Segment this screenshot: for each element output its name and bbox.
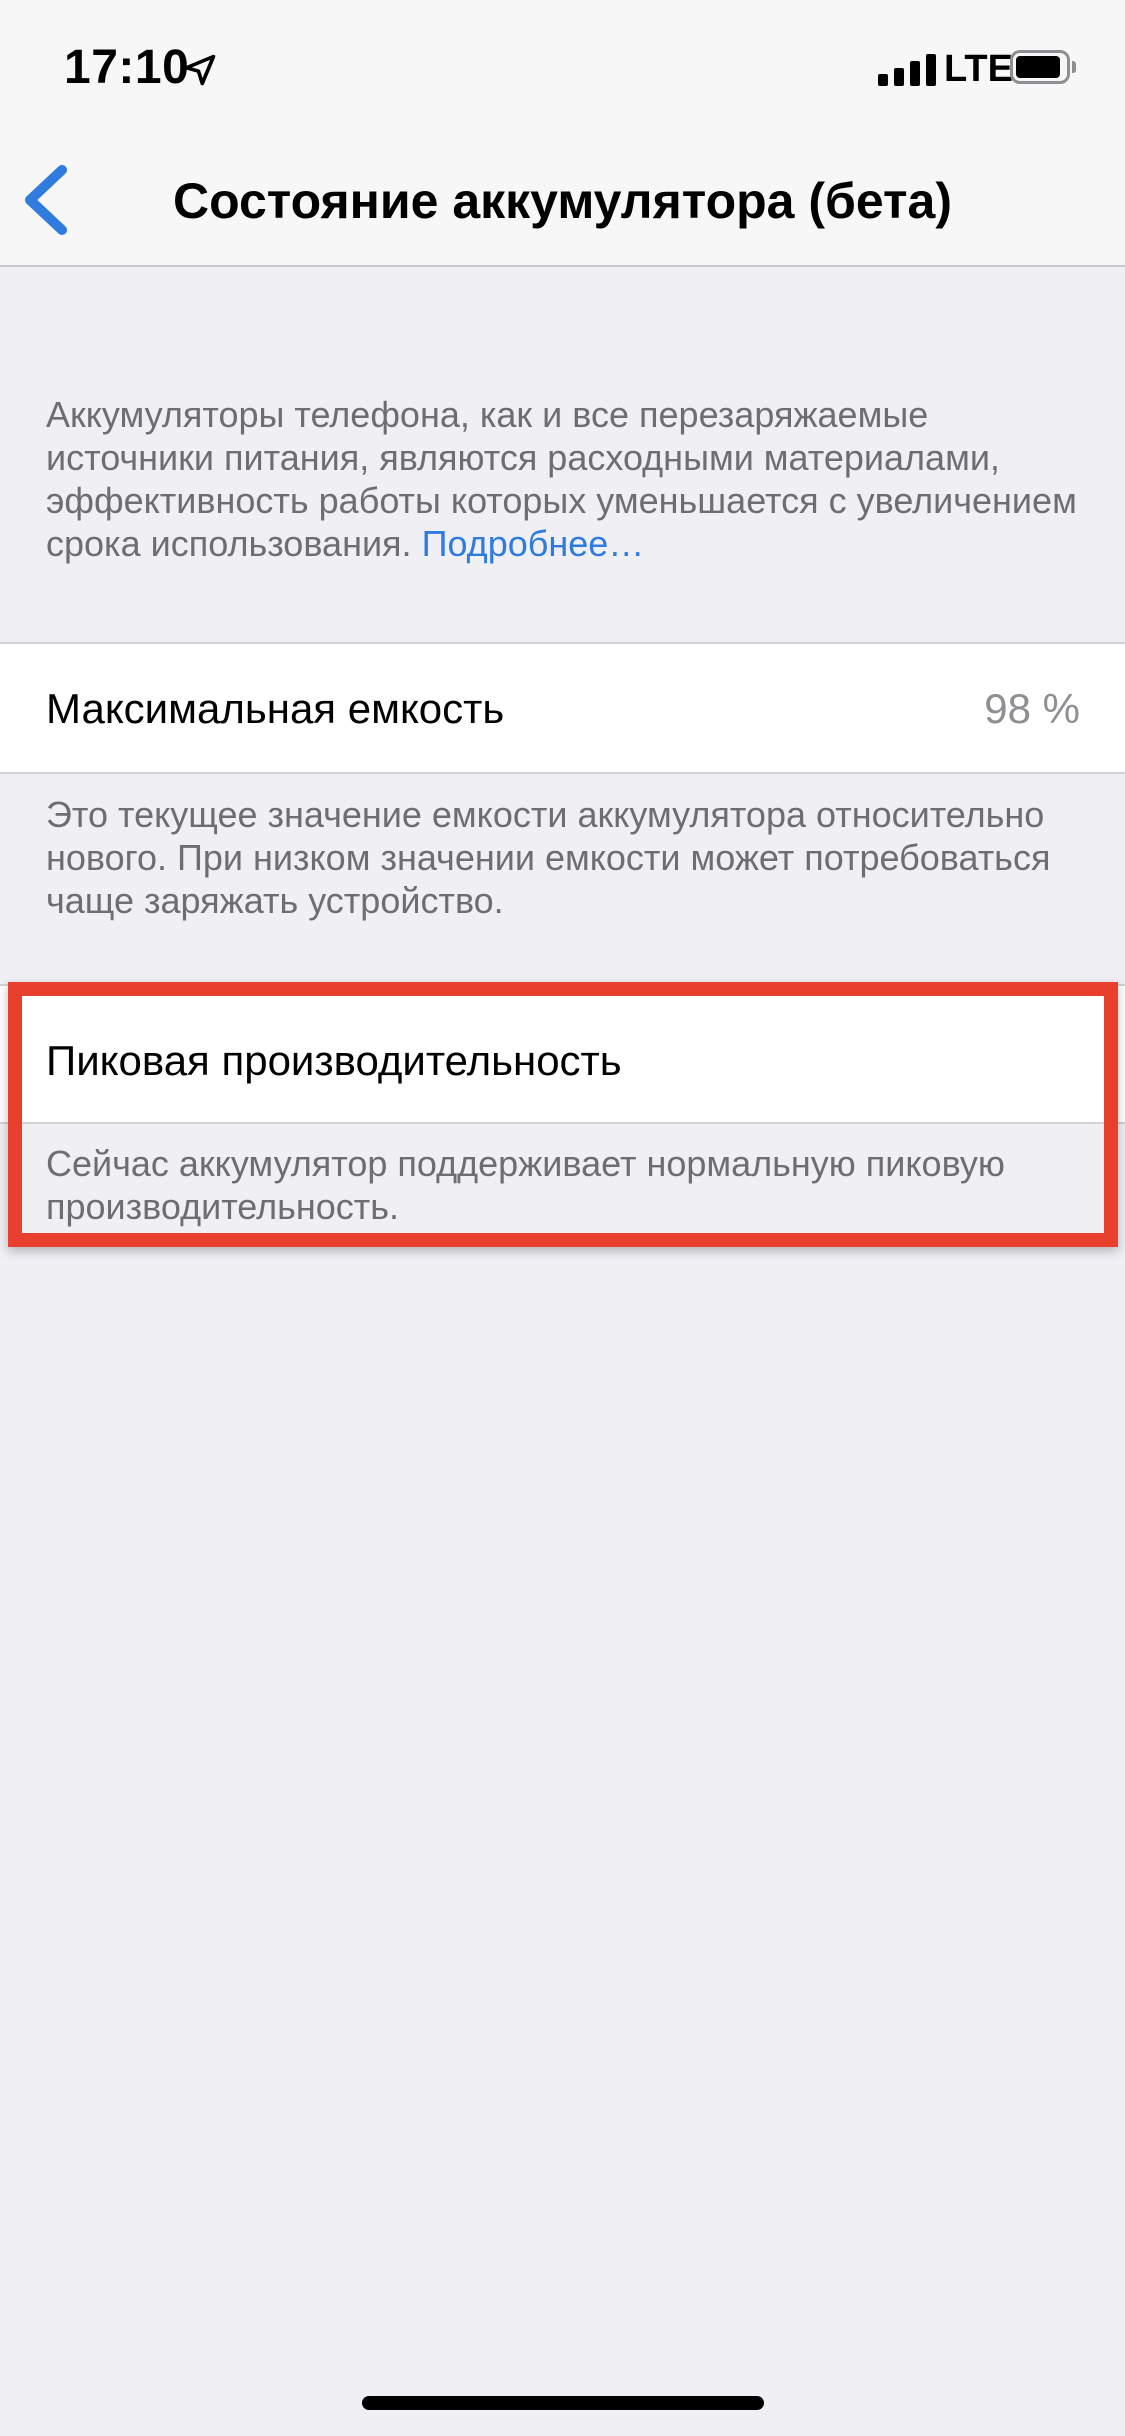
cellular-signal-icon	[878, 52, 936, 86]
status-bar: 17:10 LTE	[0, 0, 1125, 132]
home-indicator[interactable]	[362, 2396, 764, 2410]
max-capacity-footer: Это текущее значение емкости аккумулятор…	[46, 794, 1051, 921]
location-arrow-icon	[184, 54, 216, 86]
max-capacity-row: Максимальная емкость 98 %	[0, 642, 1125, 774]
network-type-label: LTE	[944, 48, 1013, 90]
navigation-bar: Состояние аккумулятора (бета)	[0, 132, 1125, 267]
max-capacity-label: Максимальная емкость	[46, 685, 505, 732]
learn-more-link[interactable]: Подробнее…	[422, 523, 645, 564]
battery-icon	[1010, 50, 1076, 88]
max-capacity-value: 98 %	[984, 685, 1080, 732]
page-title: Состояние аккумулятора (бета)	[173, 173, 952, 229]
highlight-annotation-box	[8, 982, 1118, 1247]
status-time: 17:10	[64, 41, 190, 94]
intro-description: Аккумуляторы телефона, как и все перезар…	[46, 393, 1086, 565]
